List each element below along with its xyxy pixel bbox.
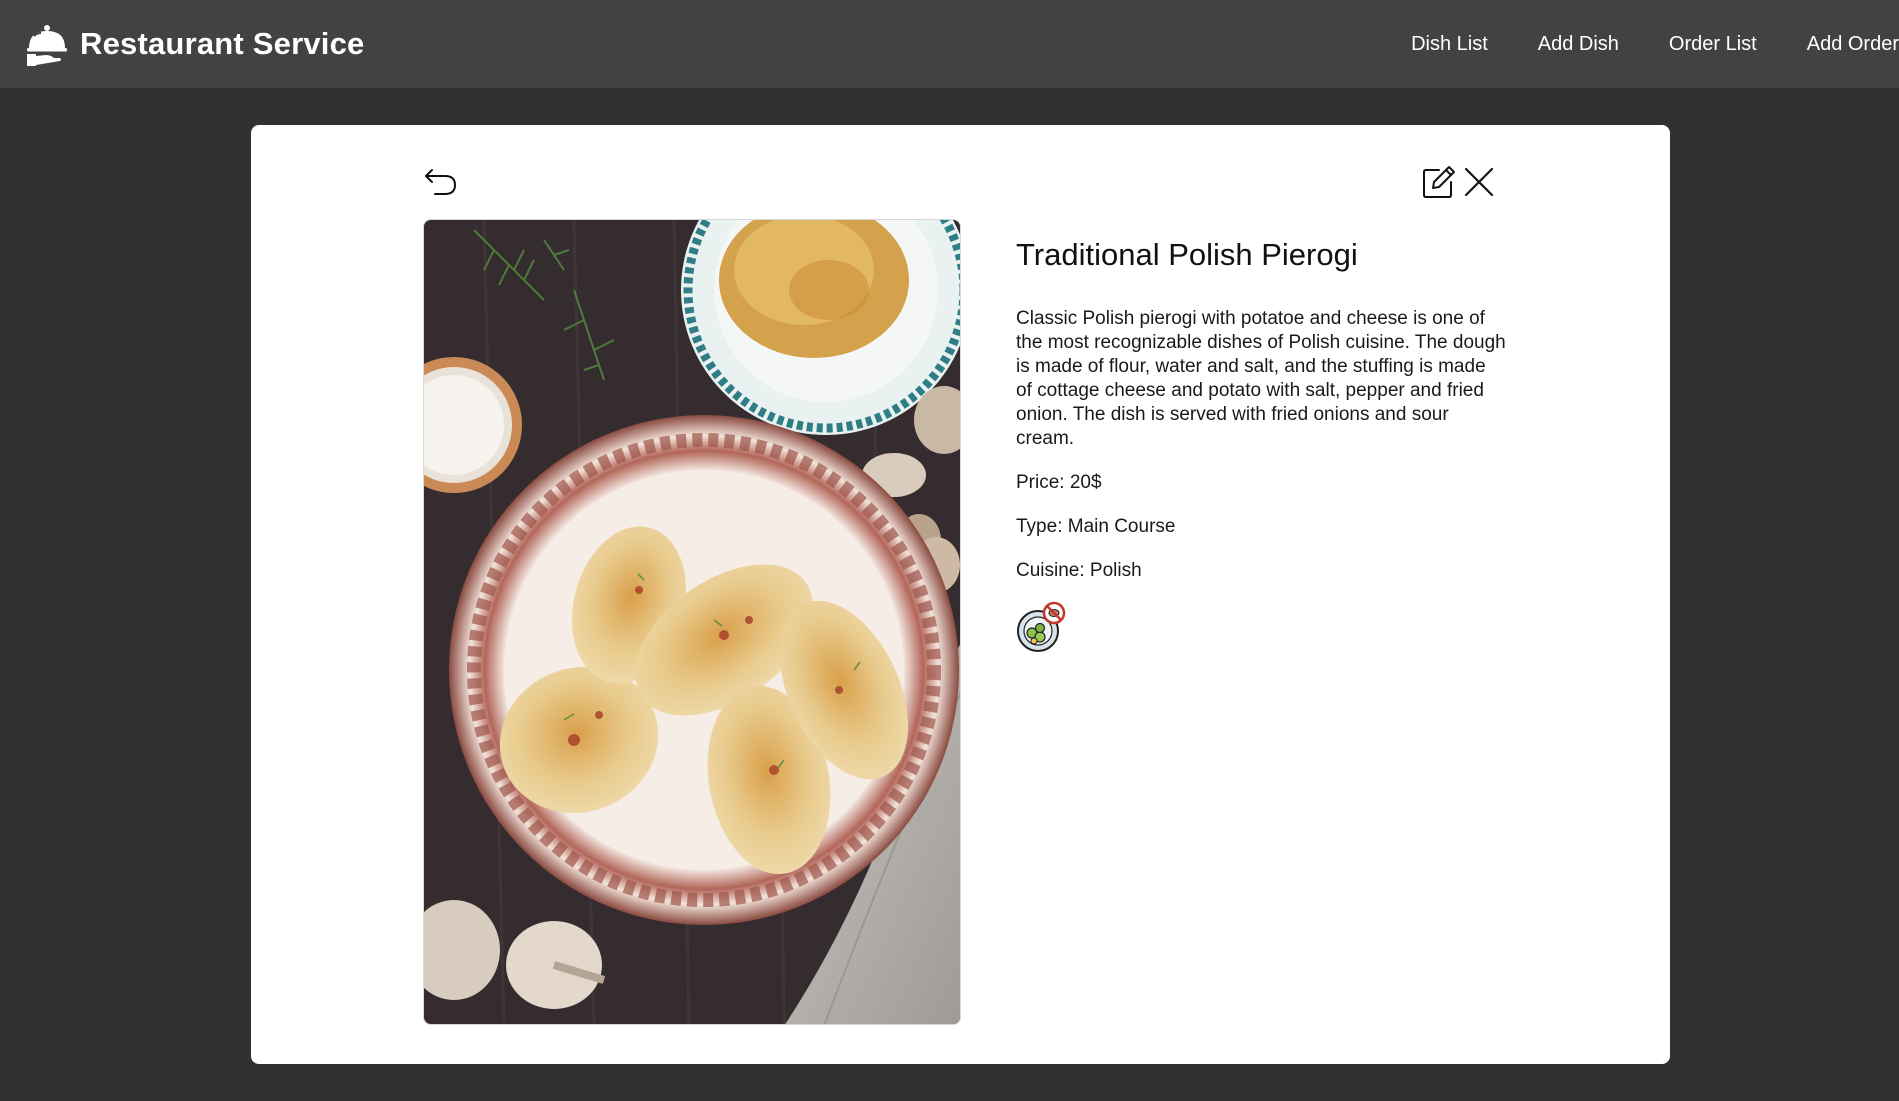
dish-info: Traditional Polish Pierogi Classic Polis… <box>1016 237 1506 653</box>
cuisine-label: Cuisine: <box>1016 560 1090 581</box>
app-title: Restaurant Service <box>80 26 365 61</box>
undo-arrow-icon <box>425 169 457 195</box>
dish-price: Price: 20$ <box>1016 471 1506 495</box>
dish-photo <box>423 219 961 1025</box>
price-value: 20$ <box>1069 472 1102 493</box>
dish-cuisine: Cuisine: Polish <box>1016 559 1506 583</box>
dish-title: Traditional Polish Pierogi <box>1016 237 1358 272</box>
type-value: Main Course <box>1067 516 1176 537</box>
top-navbar: Restaurant Service Dish List Add Dish Or… <box>0 0 1899 88</box>
type-label: Type: <box>1016 516 1068 537</box>
cuisine-value: Polish <box>1089 560 1142 581</box>
close-button[interactable] <box>1459 162 1499 202</box>
nav-order-list[interactable]: Order List <box>1669 33 1757 56</box>
cloche-serving-icon <box>24 21 70 67</box>
dish-description: Classic Polish pierogi with potatoe and … <box>1016 308 1506 449</box>
nav-add-order[interactable]: Add Order <box>1807 33 1899 56</box>
edit-pencil-icon <box>1423 166 1455 198</box>
dish-type: Type: Main Course <box>1016 515 1506 539</box>
nav-dish-list[interactable]: Dish List <box>1411 33 1488 56</box>
brand[interactable]: Restaurant Service <box>24 21 364 67</box>
dish-detail-card: Traditional Polish Pierogi Classic Polis… <box>251 125 1670 1064</box>
nav-links: Dish List Add Dish Order List Add Order <box>1361 0 1899 88</box>
edit-button[interactable] <box>1419 162 1459 202</box>
no-meat-vegetarian-icon <box>1016 601 1068 653</box>
back-button[interactable] <box>421 162 461 202</box>
price-label: Price: <box>1016 472 1070 493</box>
close-x-icon <box>1464 167 1494 197</box>
nav-add-dish[interactable]: Add Dish <box>1538 33 1619 56</box>
